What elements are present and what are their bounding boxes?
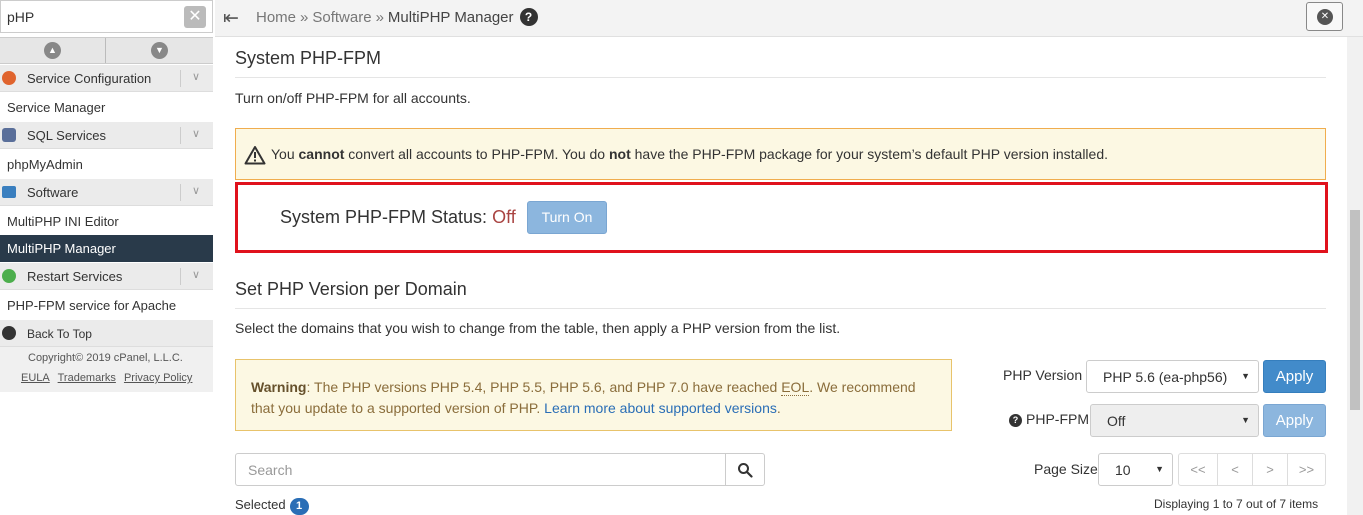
close-button[interactable]: ✕	[1306, 2, 1343, 31]
close-icon: ✕	[1317, 9, 1333, 25]
database-icon	[2, 128, 16, 142]
sidebar-item-multiphp-ini-editor[interactable]: MultiPHP INI Editor	[0, 207, 213, 236]
sidebar: ✕ ▲ ▼ Service Configuration ∨ Service Ma…	[0, 0, 215, 515]
apply-version-button[interactable]: Apply	[1263, 360, 1326, 393]
sidebar-group-label: Service Configuration	[27, 71, 152, 86]
domain-search	[235, 453, 726, 486]
chevron-down-icon: ▼	[151, 42, 168, 59]
eol-warning: Warning: The PHP versions PHP 5.4, PHP 5…	[235, 359, 952, 431]
sidebar-search: ✕	[0, 0, 213, 33]
turn-on-button[interactable]: Turn On	[527, 201, 607, 234]
fpm-status: System PHP-FPM Status: Off	[280, 207, 516, 227]
restart-icon	[2, 269, 16, 283]
caret-down-icon: ▼	[1241, 415, 1250, 425]
monitor-icon	[2, 186, 16, 198]
sidebar-group-service-configuration[interactable]: Service Configuration ∨	[0, 65, 213, 92]
sidebar-item-label: Service Manager	[7, 100, 106, 115]
php-fpm-label: ? PHP-FPM	[1009, 411, 1089, 427]
arrow-up-icon	[2, 326, 16, 340]
fpm-status-highlight: System PHP-FPM Status: Off Turn On	[235, 182, 1328, 253]
sidebar-item-php-fpm-apache[interactable]: PHP-FPM service for Apache	[0, 291, 213, 320]
php-version-select[interactable]: PHP 5.6 (ea-php56) ▼	[1086, 360, 1259, 393]
sidebar-item-label: MultiPHP INI Editor	[7, 214, 119, 229]
eula-link[interactable]: EULA	[21, 372, 50, 384]
fpm-section-title: System PHP-FPM	[235, 48, 382, 68]
topbar: ⇤ Home» Software» MultiPHP Manager? ✕	[215, 0, 1363, 37]
divider	[235, 77, 1326, 78]
sidebar-group-software[interactable]: Software ∨	[0, 179, 213, 206]
page-size-select[interactable]: 10 ▼	[1098, 453, 1173, 486]
sidebar-item-service-manager[interactable]: Service Manager	[0, 93, 213, 122]
sidebar-item-phpmyadmin[interactable]: phpMyAdmin	[0, 150, 213, 179]
sidebar-group-label: Restart Services	[27, 269, 123, 284]
search-button[interactable]	[725, 453, 765, 486]
domain-description: Select the domains that you wish to chan…	[235, 320, 841, 336]
selected-count: Selected 1	[235, 497, 309, 515]
next-page-button[interactable]: >	[1252, 453, 1288, 486]
wrench-icon	[2, 71, 16, 85]
warning-icon	[244, 146, 266, 165]
chevron-up-icon: ▲	[44, 42, 61, 59]
chevron-down-icon: ∨	[192, 71, 201, 83]
breadcrumb: Home» Software» MultiPHP Manager?	[256, 8, 538, 26]
chevron-down-icon: ∨	[192, 128, 201, 140]
sidebar-search-input[interactable]	[7, 7, 177, 27]
expand-all-button[interactable]: ▼	[107, 38, 213, 63]
back-to-top-label: Back To Top	[27, 327, 92, 341]
caret-down-icon: ▼	[1155, 464, 1164, 474]
chevron-down-icon: ∨	[192, 269, 201, 281]
sidebar-group-restart-services[interactable]: Restart Services ∨	[0, 263, 213, 290]
trademarks-link[interactable]: Trademarks	[58, 372, 116, 384]
privacy-policy-link[interactable]: Privacy Policy	[124, 372, 192, 384]
page-size-label: Page Size	[1034, 461, 1098, 477]
collapse-controls: ▲ ▼	[0, 37, 213, 64]
page-scrollbar[interactable]	[1347, 37, 1363, 515]
php-version-label: PHP Version	[1003, 367, 1083, 383]
fpm-description: Turn on/off PHP-FPM for all accounts.	[235, 90, 471, 106]
fpm-status-value: Off	[492, 207, 516, 227]
back-to-top-link[interactable]: Back To Top	[0, 320, 213, 347]
sidebar-footer: Copyright© 2019 cPanel, L.L.C. EULA Trad…	[0, 347, 213, 392]
breadcrumb-home[interactable]: Home	[256, 9, 296, 26]
displaying-info: Displaying 1 to 7 out of 7 items	[1154, 497, 1319, 511]
caret-down-icon: ▼	[1241, 371, 1250, 381]
collapse-all-button[interactable]: ▲	[0, 38, 106, 63]
help-icon[interactable]: ?	[519, 8, 538, 26]
sidebar-item-multiphp-manager[interactable]: MultiPHP Manager	[0, 235, 213, 262]
sidebar-group-label: Software	[27, 185, 79, 200]
prev-page-button[interactable]: <	[1217, 453, 1253, 486]
breadcrumb-software[interactable]: Software	[312, 9, 371, 26]
menu-toggle-icon[interactable]: ⇤	[223, 7, 239, 30]
search-icon	[738, 463, 753, 478]
chevron-down-icon: ∨	[192, 185, 201, 197]
php-fpm-select[interactable]: Off ▼	[1090, 404, 1259, 437]
scrollbar-thumb[interactable]	[1350, 210, 1360, 410]
sidebar-item-label: PHP-FPM service for Apache	[7, 298, 177, 313]
sidebar-item-label: phpMyAdmin	[7, 157, 83, 172]
copyright: Copyright© 2019 cPanel, L.L.C.	[28, 352, 183, 364]
sidebar-item-label: MultiPHP Manager	[7, 241, 116, 256]
divider	[235, 308, 1326, 309]
clear-search-icon[interactable]: ✕	[184, 6, 206, 28]
first-page-button[interactable]: <<	[1178, 453, 1218, 486]
domain-search-input[interactable]	[248, 462, 708, 478]
sidebar-group-label: SQL Services	[27, 128, 106, 143]
help-icon[interactable]: ?	[1009, 414, 1022, 427]
domain-section-title: Set PHP Version per Domain	[235, 279, 467, 299]
apply-fpm-button[interactable]: Apply	[1263, 404, 1326, 437]
fpm-alert: You cannot convert all accounts to PHP-F…	[235, 128, 1326, 180]
breadcrumb-current: MultiPHP Manager	[387, 9, 514, 26]
selected-badge: 1	[289, 498, 309, 515]
last-page-button[interactable]: >>	[1287, 453, 1326, 486]
supported-versions-link[interactable]: Learn more about supported versions	[544, 400, 777, 416]
sidebar-group-sql-services[interactable]: SQL Services ∨	[0, 122, 213, 149]
